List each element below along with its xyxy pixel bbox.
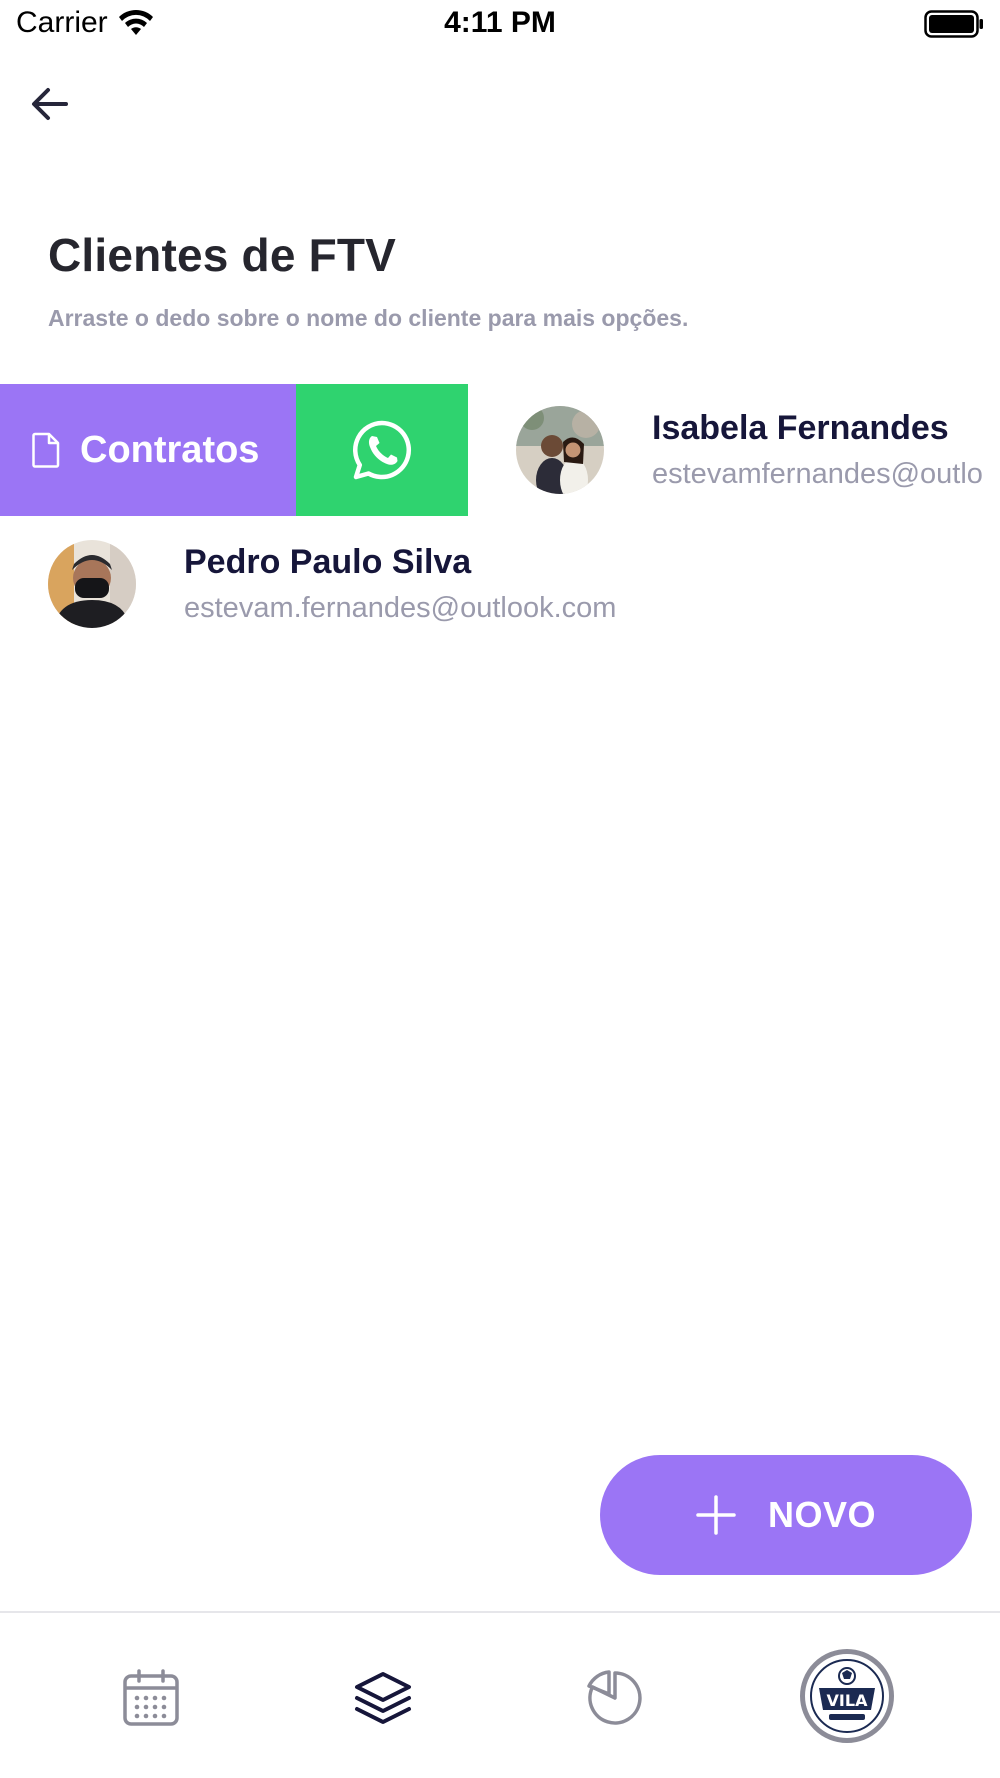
plus-icon xyxy=(696,1495,736,1535)
avatar xyxy=(48,540,136,628)
whatsapp-icon xyxy=(353,420,412,480)
calendar-icon xyxy=(123,1669,179,1726)
layers-icon xyxy=(355,1672,411,1724)
logo-text: VILA xyxy=(827,1691,869,1710)
arrow-left-icon xyxy=(32,88,68,120)
pie-chart-icon xyxy=(587,1670,642,1725)
client-name: Pedro Paulo Silva xyxy=(184,543,472,581)
nav-calendar[interactable] xyxy=(116,1663,186,1733)
client-row-pedro[interactable]: Pedro Paulo Silva estevam.fernandes@outl… xyxy=(0,518,1000,650)
bottom-nav: VILA xyxy=(0,1611,1000,1778)
nav-layers[interactable] xyxy=(348,1663,418,1733)
nav-chart[interactable] xyxy=(580,1663,650,1733)
novo-label: NOVO xyxy=(767,1494,876,1535)
battery-icon xyxy=(924,10,983,38)
screen: Carrier 4:11 PM Clientes de FTV Arraste … xyxy=(0,0,1000,1778)
page-subtitle: Arraste o dedo sobre o nome do cliente p… xyxy=(48,305,689,331)
client-email: estevam.fernandes@outlook.com xyxy=(184,592,617,624)
contratos-button[interactable]: Contratos xyxy=(0,384,296,516)
client-row-isabela[interactable]: Contratos Isabela Fernandes estevamferna… xyxy=(0,384,1000,516)
whatsapp-button[interactable] xyxy=(296,384,468,516)
swipe-actions: Contratos xyxy=(0,384,468,516)
avatar xyxy=(516,406,604,494)
profile-logo: VILA xyxy=(807,1656,887,1736)
status-time: 4:11 PM xyxy=(444,6,556,39)
client-info: Pedro Paulo Silva estevam.fernandes@outl… xyxy=(184,540,616,630)
client-name: Isabela Fernandes xyxy=(652,409,949,447)
contratos-label: Contratos xyxy=(80,428,260,471)
novo-button[interactable]: NOVO xyxy=(600,1455,972,1575)
back-button[interactable] xyxy=(26,80,74,128)
document-icon xyxy=(32,432,60,468)
client-info: Isabela Fernandes estevamfernandes@outlo xyxy=(652,406,983,496)
page-title: Clientes de FTV xyxy=(48,229,397,281)
nav-profile[interactable]: VILA xyxy=(800,1649,894,1743)
status-bar: Carrier 4:11 PM xyxy=(0,0,1000,52)
client-email: estevamfernandes@outlo xyxy=(652,458,983,490)
